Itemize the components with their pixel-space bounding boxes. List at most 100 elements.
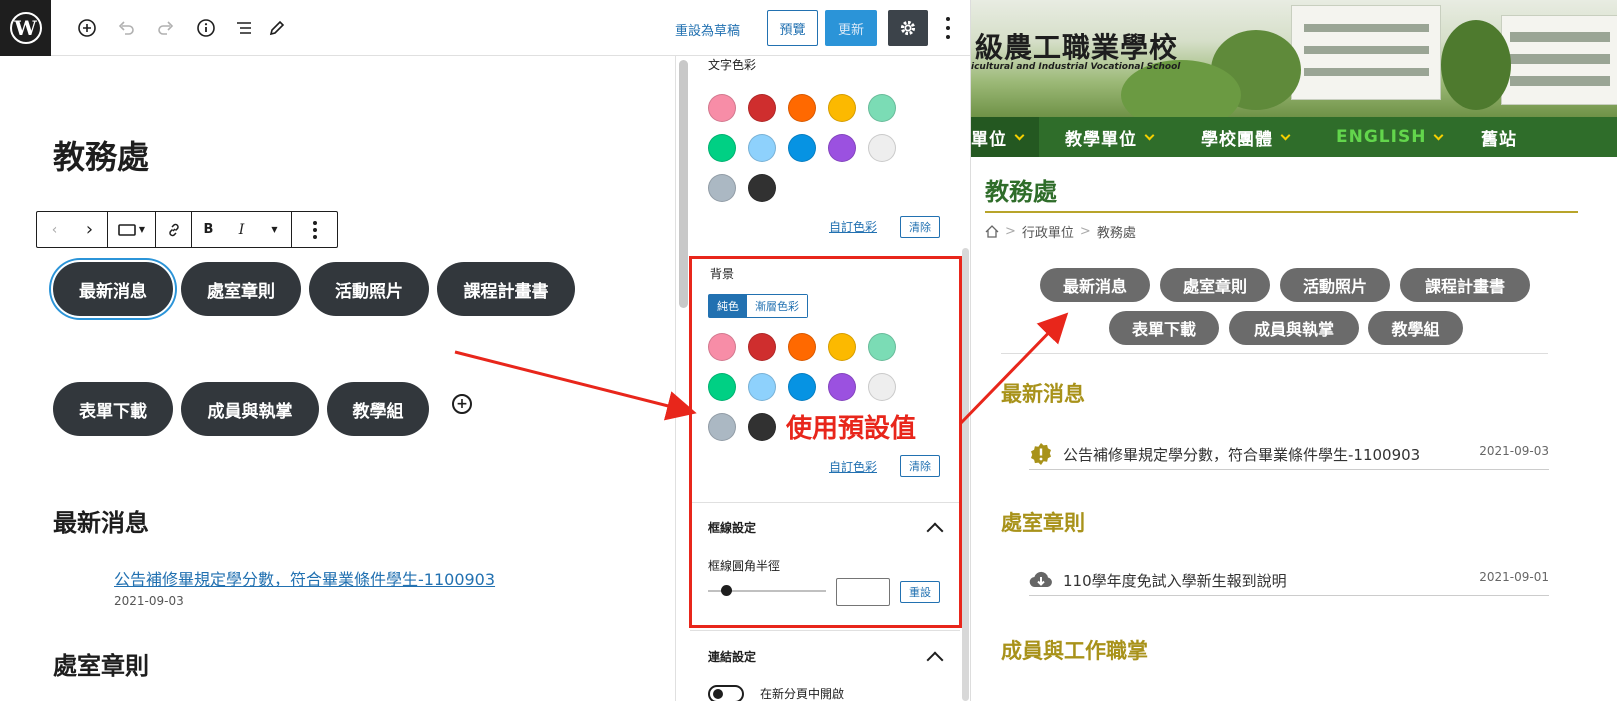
link-settings-title[interactable]: 連結設定 [708,648,756,665]
bold-button[interactable]: B [192,212,225,247]
site-page-title: 教務處 [985,178,1057,206]
chevron-down-icon [1433,130,1444,140]
block-mover: ‹ › [37,212,108,247]
redo-icon[interactable] [154,16,178,40]
website-preview: 級農工職業學校 icultural and Industrial Vocatio… [970,0,1617,701]
text-color-swatch[interactable] [748,134,776,162]
news-item-title[interactable]: 公告補修畢規定學分數，符合畢業條件學生-1100903 [1063,444,1420,465]
editor-button-teaching-group[interactable]: 教學組 [327,382,429,436]
nav-item-english[interactable]: ENGLISH [1336,117,1444,157]
caret-down-icon: ▼ [138,225,146,234]
site-heading-regulations: 處室章則 [1001,511,1085,535]
list-view-icon[interactable] [232,16,256,40]
chevron-right-icon[interactable]: › [72,212,107,247]
title-underline [985,211,1578,213]
site-button-photos[interactable]: 活動照片 [1280,268,1390,302]
text-color-swatch[interactable] [748,174,776,202]
home-icon[interactable] [985,225,999,238]
tree-image [1441,20,1511,110]
regulation-item-date: 2021-09-01 [1479,570,1549,584]
editor-button-forms[interactable]: 表單下載 [53,382,173,436]
editor-button-photos[interactable]: 活動照片 [309,262,429,316]
site-heading-members: 成員與工作職掌 [1001,639,1148,663]
text-color-swatch[interactable] [868,94,896,122]
editor-button-regulations[interactable]: 處室章則 [181,262,301,316]
cloud-download-icon [1029,568,1053,592]
site-button-forms[interactable]: 表單下載 [1109,311,1219,345]
add-block-icon[interactable] [75,16,99,40]
wordpress-logo[interactable]: W [0,0,51,56]
site-navbar: 單位 教學單位 學校團體 ENGLISH 舊站 [971,117,1617,157]
page-title[interactable]: 教務處 [53,132,149,178]
open-new-tab-toggle[interactable] [708,685,744,701]
info-icon[interactable] [194,16,218,40]
text-color-swatch[interactable] [708,94,736,122]
chevron-down-icon [1144,130,1155,140]
sidebar-scrollbar[interactable] [962,248,969,701]
text-color-swatch[interactable] [868,134,896,162]
block-type-button[interactable]: ▼ [108,212,156,247]
link-icon [168,223,179,236]
nav-item-admin[interactable]: 單位 [971,117,1039,157]
divider [1001,353,1548,354]
list-item[interactable]: 110學年度免試入學新生報到說明 2021-09-01 [1029,566,1549,596]
italic-button[interactable]: I [225,212,258,247]
panel-divider [690,630,960,631]
editor-button-members[interactable]: 成員與執掌 [181,382,319,436]
editor-heading-regulations[interactable]: 處室章則 [53,646,149,681]
text-color-label: 文字色彩 [708,58,757,72]
list-item[interactable]: 公告補修畢規定學分數，符合畢業條件學生-1100903 2021-09-03 [1029,440,1549,470]
nav-label: ENGLISH [1336,127,1427,147]
breadcrumb-item[interactable]: 行政單位 [1022,222,1074,241]
nav-item-teaching[interactable]: 教學單位 [1065,117,1155,157]
chevron-left-icon[interactable]: ‹ [37,212,72,247]
preview-button[interactable]: 預覽 [767,10,818,46]
text-color-swatch[interactable] [828,134,856,162]
regulation-item-title[interactable]: 110學年度免試入學新生報到說明 [1063,570,1287,591]
undo-icon[interactable] [114,16,138,40]
editor-button-course-plan[interactable]: 課程計畫書 [437,262,575,316]
site-button-members[interactable]: 成員與執掌 [1229,311,1359,345]
text-custom-color-link[interactable]: 自訂色彩 [829,218,877,235]
gear-icon [900,20,916,36]
nav-item-old-site[interactable]: 舊站 [1481,117,1517,157]
alert-badge-icon [1029,442,1053,466]
screenshot-root: W 重設為草稿 預覽 更新 教務處 ‹ › ▼ B I ▼ 最新消息 處室章則 … [0,0,1617,701]
text-color-swatch[interactable] [708,134,736,162]
site-heading-news: 最新消息 [1001,382,1085,406]
more-options-button[interactable] [938,15,958,41]
edit-pencil-icon[interactable] [265,16,289,40]
format-controls: B I ▼ [192,212,292,247]
text-color-swatch[interactable] [748,94,776,122]
editor-news-link[interactable]: 公告補修畢規定學分數，符合畢業條件學生-1100903 [114,566,495,590]
breadcrumb: > 行政單位 > 教務處 [985,222,1136,241]
text-color-swatch[interactable] [708,174,736,202]
nav-item-groups[interactable]: 學校團體 [1201,117,1291,157]
site-button-course-plan[interactable]: 課程計畫書 [1400,268,1530,302]
chevron-down-icon [1280,130,1291,140]
school-name: 級農工職業學校 [975,31,1179,64]
more-format-caret-icon[interactable]: ▼ [258,212,291,247]
site-button-latest-news[interactable]: 最新消息 [1040,268,1150,302]
editor-scrollbar[interactable] [679,60,688,308]
link-button[interactable] [156,212,192,247]
revert-to-draft-link[interactable]: 重設為草稿 [675,20,740,39]
site-button-teaching-group[interactable]: 教學組 [1368,311,1463,345]
school-name-en: icultural and Industrial Vocational Scho… [971,62,1181,72]
text-color-swatch[interactable] [788,94,816,122]
nav-label: 學校團體 [1201,129,1273,150]
text-color-clear-button[interactable]: 清除 [900,216,940,238]
chevron-down-icon [1014,130,1025,140]
nav-label: 教學單位 [1065,129,1137,150]
text-color-swatch[interactable] [788,134,816,162]
settings-gear-button[interactable] [888,10,928,46]
update-button[interactable]: 更新 [825,10,877,46]
block-options-button[interactable] [292,212,337,247]
text-color-swatch[interactable] [828,94,856,122]
annotation-text: 使用預設值 [786,414,917,444]
news-item-date: 2021-09-03 [1479,444,1549,458]
editor-button-latest-news[interactable]: 最新消息 [51,260,175,318]
editor-heading-news[interactable]: 最新消息 [53,503,149,538]
append-button-plus-icon[interactable]: + [452,394,472,414]
site-button-regulations[interactable]: 處室章則 [1160,268,1270,302]
